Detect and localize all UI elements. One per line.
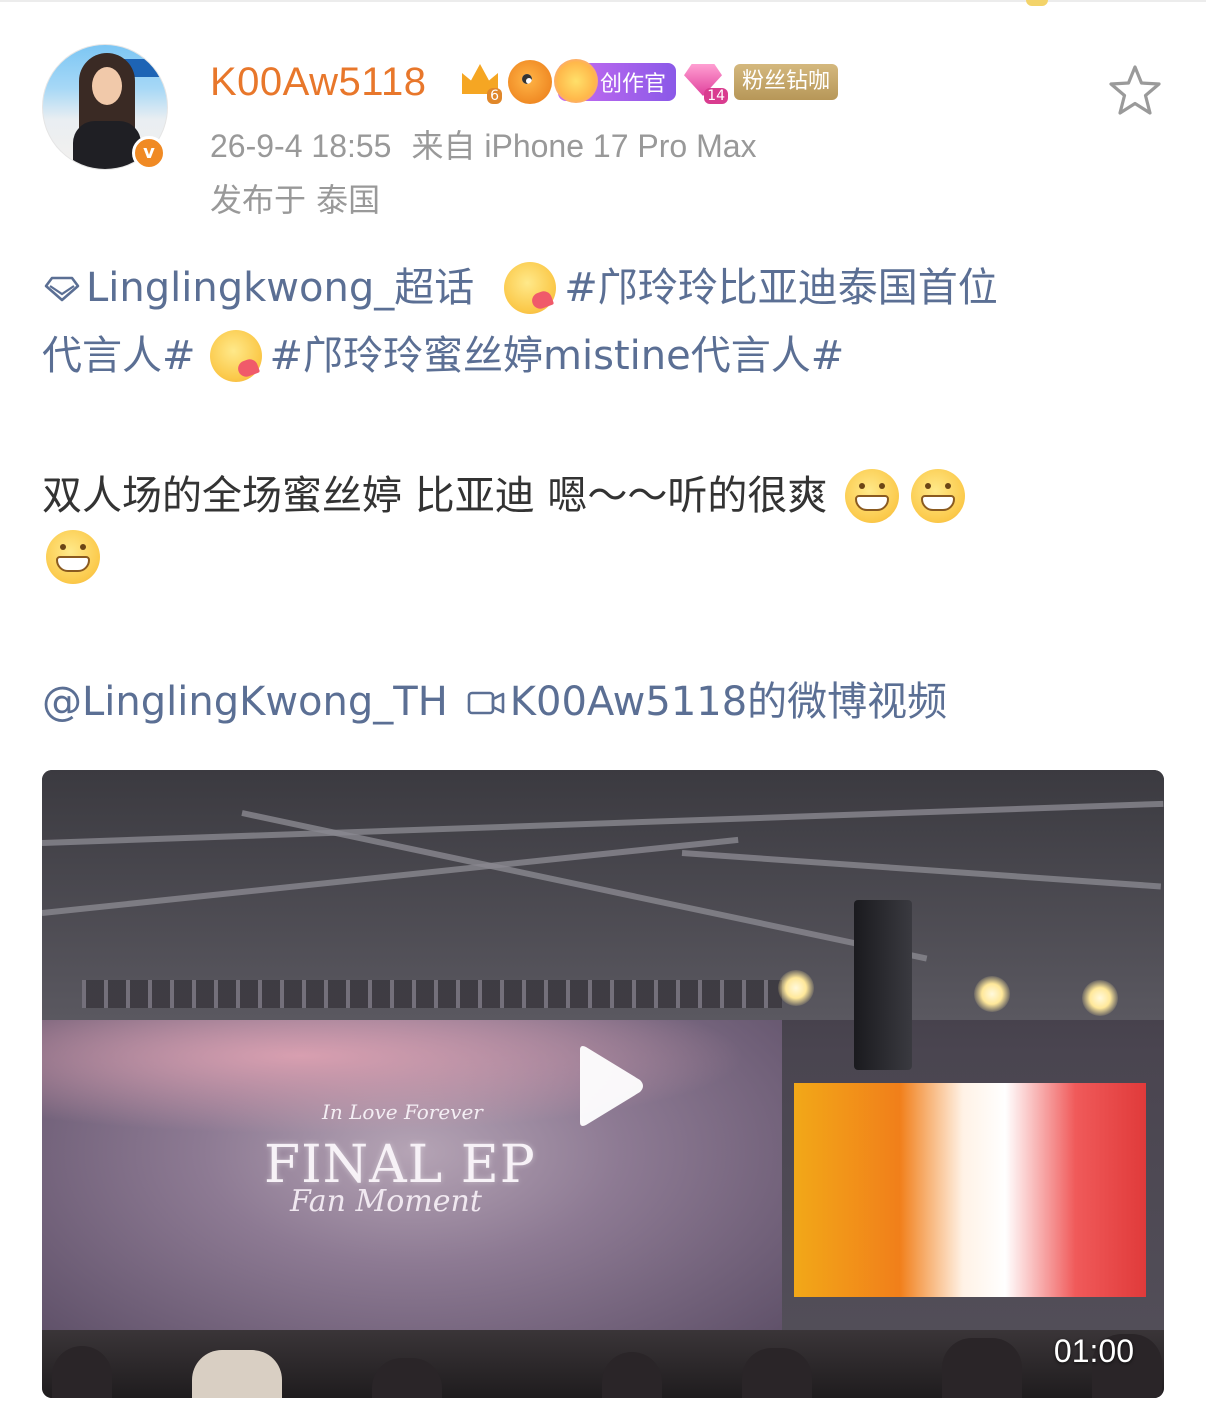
crown-badge-icon[interactable]: 6 — [458, 60, 502, 104]
cry-emoji — [209, 330, 262, 382]
hashtag-mistine[interactable]: #邝玲玲蜜丝婷mistine代言人# — [270, 322, 845, 390]
post-body: 双人场的全场蜜丝婷 比亚迪 嗯～～听的很爽 — [42, 462, 1162, 584]
video-link-label: K00Aw5118的微博视频 — [509, 679, 948, 725]
cry-emoji — [504, 262, 557, 314]
fish-badge-icon[interactable] — [508, 60, 552, 104]
speaker — [854, 900, 912, 1070]
grin-emoji — [911, 469, 966, 523]
post-body-text: 双人场的全场蜜丝婷 比亚迪 嗯～～听的很爽 — [42, 473, 828, 519]
favorite-button[interactable] — [1106, 62, 1164, 120]
post-timestamp: 26-9-4 18:55 — [210, 128, 392, 164]
video-title-script: In Love Forever — [322, 1100, 483, 1124]
stage-screen-right — [794, 1083, 1146, 1297]
video-duration: 01:00 — [1053, 1333, 1134, 1369]
post-meta: 26-9-4 18:55 来自 iPhone 17 Pro Max — [210, 124, 757, 168]
verified-icon: v — [132, 136, 166, 170]
diamond-level: 14 — [704, 88, 729, 104]
play-icon[interactable] — [572, 1044, 646, 1128]
fan-badge[interactable]: 粉丝钻咖 — [734, 64, 839, 100]
creator-badge-label: 创作官 — [600, 72, 667, 97]
user-badges: 6 创作官 14 粉丝钻咖 — [458, 59, 839, 104]
hashtag-byd-b[interactable]: 代言人# — [42, 322, 196, 390]
video-title-sub: Fan Moment — [290, 1184, 482, 1219]
post-region: 发布于 泰国 — [210, 181, 381, 219]
creator-badge[interactable]: 创作官 — [554, 59, 677, 103]
post-tags: Linglingkwong_超话 #邝玲玲比亚迪泰国首位 代言人# #邝玲玲蜜丝… — [42, 254, 1162, 390]
crown-level: 6 — [487, 88, 502, 104]
post-links: @LinglingKwong_TH K00Aw5118的微博视频 — [42, 668, 1162, 736]
post-source: 来自 iPhone 17 Pro Max — [411, 128, 757, 164]
star-icon — [1109, 65, 1161, 115]
username[interactable]: K00Aw5118 — [210, 56, 427, 108]
diamond-supertopic-icon — [44, 276, 80, 302]
video-player[interactable]: In Love Forever FINAL EP Fan Moment 01:0… — [42, 770, 1164, 1398]
supertopic-label: Linglingkwong_超话 — [86, 265, 475, 311]
grin-emoji — [46, 530, 100, 584]
grin-emoji — [845, 469, 900, 523]
top-edge-decoration — [1026, 0, 1048, 6]
video-link-icon — [467, 691, 505, 715]
crowd — [42, 1330, 1164, 1398]
avatar[interactable]: v — [42, 44, 168, 170]
video-link[interactable]: K00Aw5118的微博视频 — [448, 668, 947, 736]
hashtag-byd-a[interactable]: #邝玲玲比亚迪泰国首位 — [564, 254, 998, 322]
mention-link[interactable]: @LinglingKwong_TH — [42, 668, 448, 736]
creator-badge-icon — [554, 59, 598, 103]
supertopic-link[interactable]: Linglingkwong_超话 — [42, 254, 474, 322]
diamond-badge-icon[interactable]: 14 — [682, 60, 729, 104]
